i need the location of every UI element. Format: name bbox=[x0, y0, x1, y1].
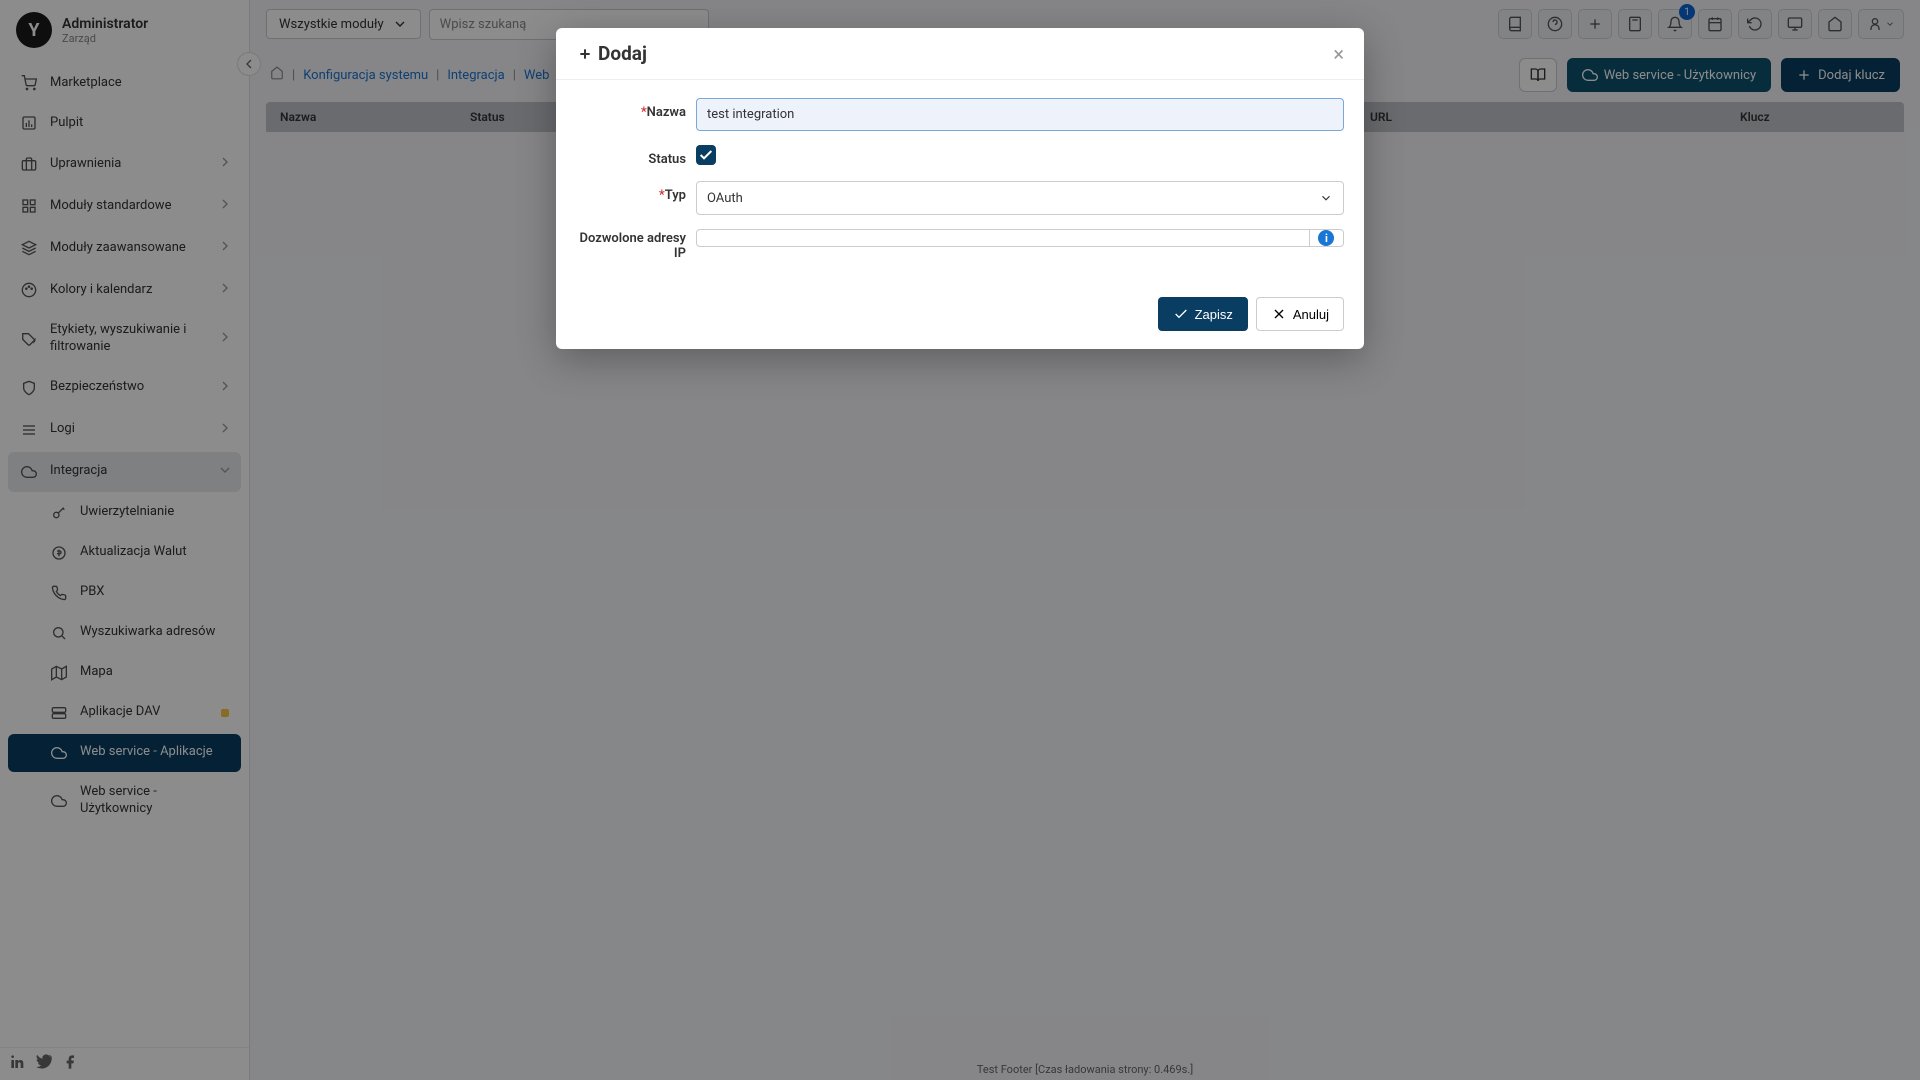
status-checkbox[interactable] bbox=[696, 145, 716, 165]
label-typ: *Typ bbox=[576, 181, 696, 203]
label-status: Status bbox=[576, 145, 696, 167]
cancel-button[interactable]: Anuluj bbox=[1256, 297, 1344, 331]
modal-footer: Zapisz Anuluj bbox=[556, 285, 1364, 349]
form-row-ips: Dozwolone adresy IP i bbox=[576, 229, 1344, 261]
modal-header: Dodaj × bbox=[556, 28, 1364, 80]
chevron-down-icon bbox=[1319, 190, 1333, 206]
save-button[interactable]: Zapisz bbox=[1158, 297, 1248, 331]
save-label: Zapisz bbox=[1195, 307, 1233, 322]
modal-title: Dodaj bbox=[576, 42, 647, 65]
label-ips: Dozwolone adresy IP bbox=[576, 229, 696, 261]
modal-body: *Nazwa test integration Status *Typ OAut… bbox=[556, 80, 1364, 285]
close-icon[interactable]: × bbox=[1333, 44, 1344, 64]
name-input[interactable]: test integration bbox=[696, 98, 1344, 131]
close-icon bbox=[1271, 306, 1287, 322]
form-row-status: Status bbox=[576, 145, 1344, 167]
form-row-typ: *Typ OAuth bbox=[576, 181, 1344, 215]
type-select[interactable]: OAuth bbox=[696, 181, 1344, 215]
ips-input[interactable] bbox=[696, 229, 1310, 247]
add-modal: Dodaj × *Nazwa test integration Status *… bbox=[556, 28, 1364, 349]
plus-icon bbox=[576, 46, 594, 62]
type-value: OAuth bbox=[707, 191, 743, 206]
form-row-nazwa: *Nazwa test integration bbox=[576, 98, 1344, 131]
info-icon: i bbox=[1318, 230, 1334, 246]
ips-info-button[interactable]: i bbox=[1310, 229, 1344, 247]
cancel-label: Anuluj bbox=[1293, 307, 1329, 322]
check-icon bbox=[1173, 306, 1189, 322]
label-nazwa: *Nazwa bbox=[576, 98, 696, 120]
check-icon bbox=[698, 147, 714, 163]
modal-title-text: Dodaj bbox=[598, 42, 647, 65]
